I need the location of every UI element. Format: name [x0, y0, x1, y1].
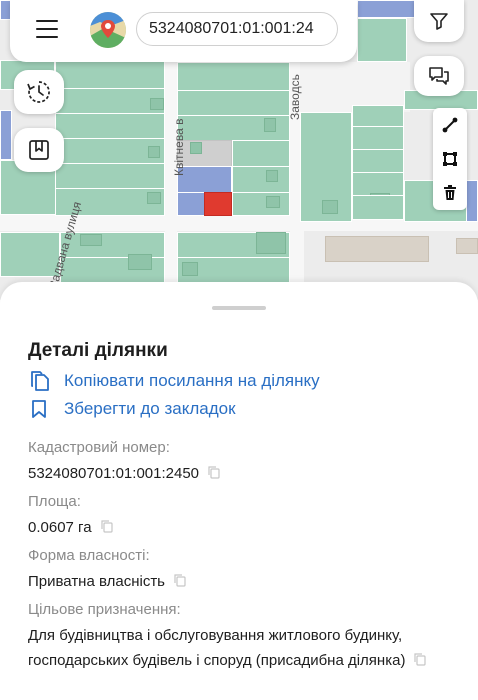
parcel[interactable]	[352, 105, 404, 127]
building	[190, 142, 202, 154]
building	[128, 254, 152, 270]
building	[322, 200, 338, 214]
copy-purpose-icon[interactable]	[413, 649, 427, 674]
parcel[interactable]	[55, 88, 165, 114]
measure-area-icon	[443, 152, 457, 166]
clear-button[interactable]	[433, 176, 467, 210]
parcel[interactable]	[232, 140, 290, 168]
parcel-details-sheet: Деталі ділянки Копіювати посилання на ді…	[0, 282, 478, 700]
cadastral-search-input[interactable]: 5324080701:01:001:24	[136, 12, 338, 46]
street-label: Квітнева в	[172, 118, 186, 176]
comments-button[interactable]	[414, 56, 464, 96]
parcel[interactable]	[466, 180, 478, 222]
map-pin-logo-icon[interactable]	[90, 12, 126, 48]
parcel[interactable]	[55, 60, 165, 90]
ownership-value: Приватна власність	[28, 573, 165, 590]
building	[80, 234, 102, 246]
bookmark-outline-icon	[28, 397, 54, 421]
copy-cadastral-icon[interactable]	[207, 465, 221, 483]
copy-icon	[28, 369, 54, 393]
parcel[interactable]	[357, 18, 407, 62]
measure-line-button[interactable]	[433, 108, 467, 142]
purpose-label: Цільове призначення:	[28, 601, 181, 618]
measure-line-icon	[442, 117, 458, 133]
top-bar: 5324080701:01:001:24	[10, 0, 357, 62]
parcel[interactable]	[232, 166, 290, 194]
hamburger-menu-icon[interactable]	[36, 20, 58, 38]
copy-area-icon[interactable]	[100, 519, 114, 537]
cadastral-number-value: 5324080701:01:001:2450	[28, 465, 200, 482]
ownership-row: Приватна власність	[28, 573, 187, 591]
bookmark-button[interactable]: Зберегти до закладок	[28, 397, 236, 421]
parcel[interactable]	[55, 113, 165, 139]
building	[456, 238, 478, 254]
building	[325, 236, 429, 262]
measure-area-button[interactable]	[433, 142, 467, 176]
parcel[interactable]	[357, 0, 417, 18]
building	[256, 232, 286, 254]
building	[148, 146, 160, 158]
parcel[interactable]	[177, 62, 290, 92]
bookmark-label: Зберегти до закладок	[64, 399, 236, 418]
speech-bubbles-icon	[429, 67, 449, 85]
street-label: Заводсь	[288, 74, 302, 120]
trash-icon	[444, 185, 456, 200]
details-title: Деталі ділянки	[28, 340, 168, 361]
parcel[interactable]	[55, 163, 165, 189]
ownership-label: Форма власності:	[28, 547, 150, 564]
building	[266, 196, 280, 208]
purpose-value: Для будівництва і обслуговування житлово…	[28, 627, 406, 669]
building	[264, 118, 276, 132]
parcel[interactable]	[352, 126, 404, 150]
building	[266, 170, 278, 182]
building	[182, 262, 198, 276]
filter-icon	[430, 13, 448, 30]
filter-button[interactable]	[414, 0, 464, 42]
cadastral-number-row: 5324080701:01:001:2450	[28, 465, 221, 483]
measure-tools	[433, 108, 467, 210]
copy-link-label: Копіювати посилання на ділянку	[64, 371, 320, 390]
cadastral-number-label: Кадастровий номер:	[28, 439, 170, 456]
history-button[interactable]	[14, 70, 64, 114]
parcel[interactable]	[0, 110, 12, 160]
drag-handle[interactable]	[212, 306, 266, 310]
parcel[interactable]	[177, 90, 290, 116]
parcel[interactable]	[177, 192, 205, 216]
building	[147, 192, 161, 204]
history-clock-icon	[27, 81, 50, 103]
area-label: Площа:	[28, 493, 81, 510]
copy-ownership-icon[interactable]	[173, 573, 187, 591]
parcel[interactable]	[232, 192, 290, 216]
area-value: 0.0607 га	[28, 519, 92, 536]
purpose-row: Для будівництва і обслуговування житлово…	[28, 623, 448, 674]
parcel[interactable]	[352, 149, 404, 173]
bookmarks-button[interactable]	[14, 128, 64, 172]
selected-parcel[interactable]	[204, 192, 232, 216]
bookmark-icon	[29, 140, 49, 160]
area-row: 0.0607 га	[28, 519, 114, 537]
parcel[interactable]	[352, 195, 404, 220]
copy-link-button[interactable]: Копіювати посилання на ділянку	[28, 369, 320, 393]
building	[150, 98, 164, 110]
